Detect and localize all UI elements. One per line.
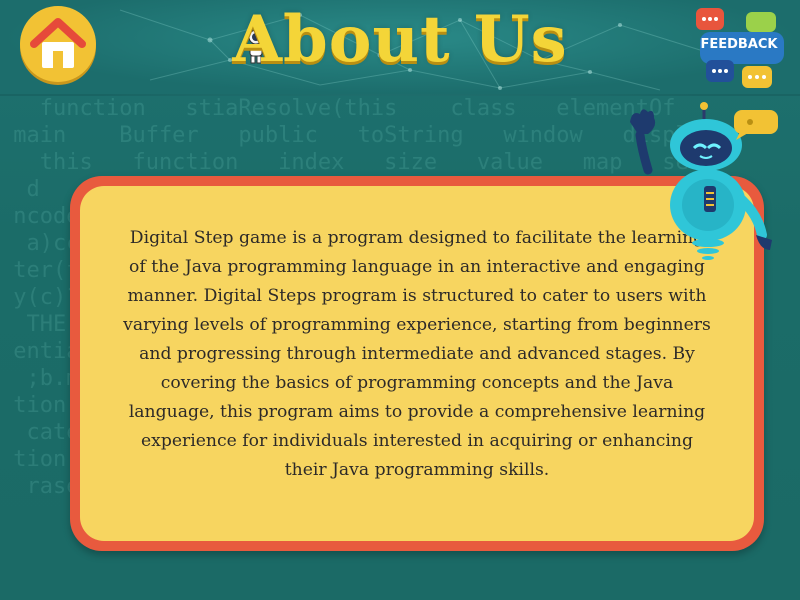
- feedback-label: FEEDBACK: [700, 37, 778, 52]
- speech-bubble-icon: [734, 110, 778, 140]
- header-bar: About Us FEEDBACK: [0, 0, 800, 96]
- feedback-button[interactable]: FEEDBACK: [694, 4, 790, 92]
- page-title: About Us: [232, 2, 568, 77]
